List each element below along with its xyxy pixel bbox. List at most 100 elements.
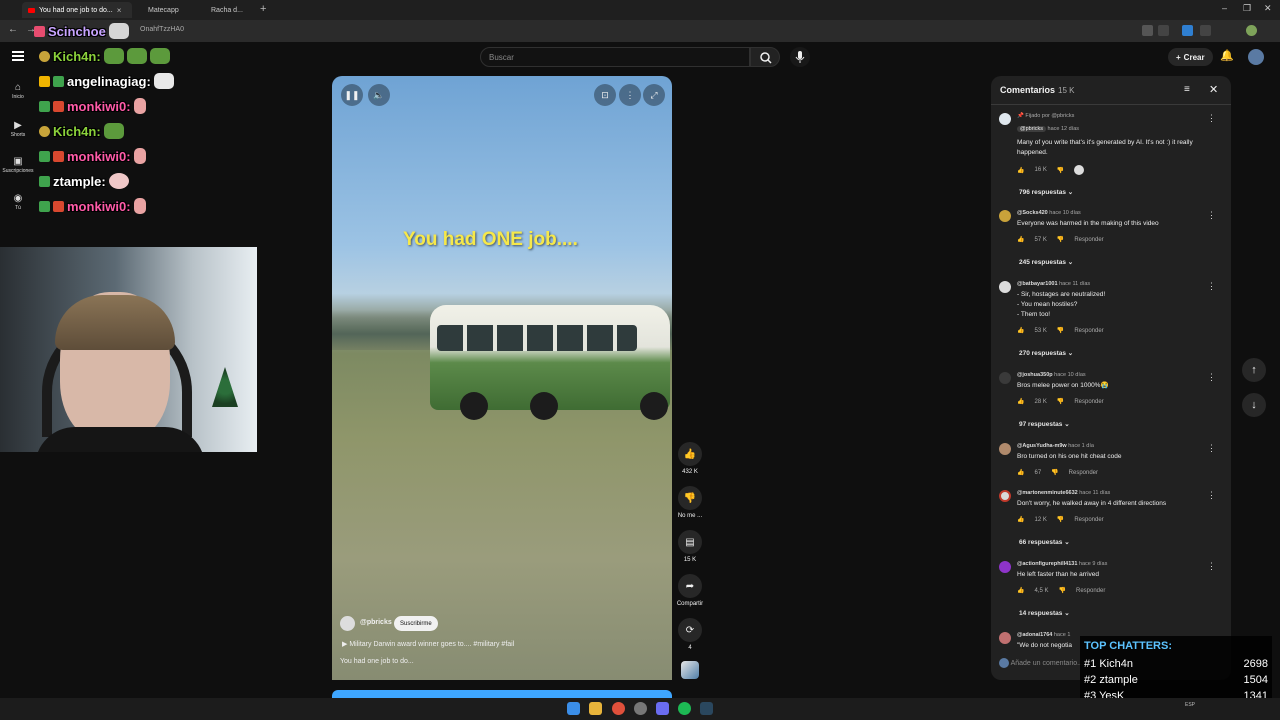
voice-search-button[interactable] [790,47,810,67]
remix-button[interactable]: ⟳ 4 [674,618,706,651]
cast-icon[interactable] [1142,25,1153,36]
spotify-icon[interactable] [678,702,691,715]
create-button[interactable]: + Crear [1168,48,1213,66]
close-window-icon[interactable]: ✕ [1264,3,1272,14]
steam-icon[interactable] [700,702,713,715]
profile-icon[interactable] [1246,25,1257,36]
comment-menu-icon[interactable]: ⋮ [1207,372,1216,383]
pause-button[interactable]: ❚❚ [341,84,363,106]
comment-avatar[interactable] [999,490,1011,502]
dislike-icon[interactable]: 👎 [1057,167,1064,174]
previous-short-button[interactable]: ↑ [1242,358,1266,382]
system-tray[interactable]: ESP [1185,702,1195,708]
comment-avatar[interactable] [999,443,1011,455]
dislike-icon[interactable]: 👎 [1059,587,1066,594]
channel-avatar[interactable] [340,616,355,631]
dislike-icon[interactable]: 👎 [1057,236,1064,243]
close-comments-icon[interactable]: ✕ [1209,83,1218,96]
dislike-button[interactable]: 👎 No me ... [674,486,706,519]
extensions-puzzle-icon[interactable] [1200,25,1211,36]
fullscreen-button[interactable]: ⤢ [643,84,665,106]
captions-button[interactable]: ⊡ [594,84,616,106]
comments-button[interactable]: ▤ 15 K [674,530,706,563]
share-button[interactable]: ➦ Compartir [674,574,706,607]
reply-button[interactable]: Responder [1074,399,1103,405]
new-tab-icon[interactable]: + [260,3,266,15]
hamburger-menu-icon[interactable] [12,51,24,61]
nav-you[interactable]: ◉ Tú [0,193,36,211]
like-icon[interactable]: 👍 [1017,516,1024,523]
nav-subscriptions[interactable]: ▣ Suscripciones [0,156,36,174]
maximize-icon[interactable]: ❐ [1243,3,1251,14]
obs-icon[interactable] [634,702,647,715]
chat-username: angelinagiag: [67,73,151,89]
replies-toggle[interactable]: 245 respuestas ⌄ [1019,258,1073,266]
comment-avatar[interactable] [999,561,1011,573]
minimize-icon[interactable]: – [1222,3,1227,13]
like-button[interactable]: 👍 432 K [674,442,706,475]
channel-name[interactable]: @pbricks [360,619,392,626]
next-short-button[interactable]: ↓ [1242,393,1266,417]
reply-button[interactable]: Responder [1074,237,1103,243]
video-description[interactable]: ▶ Military Darwin award winner goes to..… [342,640,514,648]
file-explorer-icon[interactable] [589,702,602,715]
dislike-icon[interactable]: 👎 [1057,327,1064,334]
comment-menu-icon[interactable]: ⋮ [1207,561,1216,572]
chrome-icon[interactable] [612,702,625,715]
reply-button[interactable]: Responder [1069,470,1098,476]
dislike-icon[interactable]: 👎 [1051,469,1058,476]
comment-menu-icon[interactable]: ⋮ [1207,490,1216,501]
dislike-icon[interactable]: 👎 [1057,516,1064,523]
comment-author[interactable]: @AgusYudha-m9w [1017,443,1067,449]
sound-thumbnail[interactable] [681,661,699,679]
comment-avatar[interactable] [999,210,1011,222]
notifications-bell-icon[interactable]: 🔔 [1220,49,1234,62]
comment-menu-icon[interactable]: ⋮ [1207,281,1216,292]
bookmark-star-icon[interactable] [1158,25,1169,36]
comment-avatar[interactable] [999,113,1011,125]
search-button[interactable] [750,47,780,67]
comment-author[interactable]: @actionfigurephill4131 [1017,561,1077,567]
dislike-icon[interactable]: 👎 [1057,398,1064,405]
like-icon[interactable]: 👍 [1017,587,1024,594]
comment-avatar[interactable] [999,372,1011,384]
nav-shorts[interactable]: ▶ Shorts [0,120,36,138]
replies-toggle[interactable]: 796 respuestas ⌄ [1019,188,1073,196]
nav-home[interactable]: ⌂ Inicio [0,82,36,100]
comment-author[interactable]: @adonai1764 [1017,632,1052,638]
comment-author[interactable]: @batbayar1001 [1017,281,1058,287]
back-icon[interactable]: ← [8,24,18,35]
like-icon[interactable]: 👍 [1017,469,1024,476]
comment-menu-icon[interactable]: ⋮ [1207,210,1216,221]
comment-text: Everyone was harmed in the making of thi… [1017,220,1159,227]
comment-avatar[interactable] [999,281,1011,293]
replies-toggle[interactable]: 270 respuestas ⌄ [1019,349,1073,357]
discord-icon[interactable] [656,702,669,715]
replies-toggle[interactable]: 66 respuestas ⌄ [1019,538,1070,546]
chat-message: angelinagiag: [39,70,174,92]
like-icon[interactable]: 👍 [1017,236,1024,243]
reply-button[interactable]: Responder [1076,588,1105,594]
windows-start-icon[interactable] [567,702,580,715]
comment-author[interactable]: @martonenminute6632 [1017,490,1078,496]
comment-author[interactable]: @pbricks [1017,126,1047,132]
comment-author[interactable]: @joshua350p [1017,372,1053,378]
reply-button[interactable]: Responder [1074,328,1103,334]
sort-comments-icon[interactable]: ≡ [1184,84,1190,95]
replies-toggle[interactable]: 97 respuestas ⌄ [1019,420,1070,428]
like-icon[interactable]: 👍 [1017,327,1024,334]
subscribe-button[interactable]: Suscribirme [394,616,438,631]
volume-button[interactable]: 🔈 [368,84,390,106]
extension-icon[interactable] [1182,25,1193,36]
like-icon[interactable]: 👍 [1017,167,1024,174]
account-avatar[interactable] [1248,49,1264,65]
reply-button[interactable]: Responder [1074,517,1103,523]
replies-toggle[interactable]: 14 respuestas ⌄ [1019,609,1070,617]
search-input[interactable]: Buscar [480,47,750,67]
comment-avatar[interactable] [999,632,1011,644]
comment-menu-icon[interactable]: ⋮ [1207,443,1216,454]
comment-menu-icon[interactable]: ⋮ [1207,113,1216,124]
comment-author[interactable]: @Socks420 [1017,210,1048,216]
like-icon[interactable]: 👍 [1017,398,1024,405]
more-options-button[interactable]: ⋮ [619,84,641,106]
